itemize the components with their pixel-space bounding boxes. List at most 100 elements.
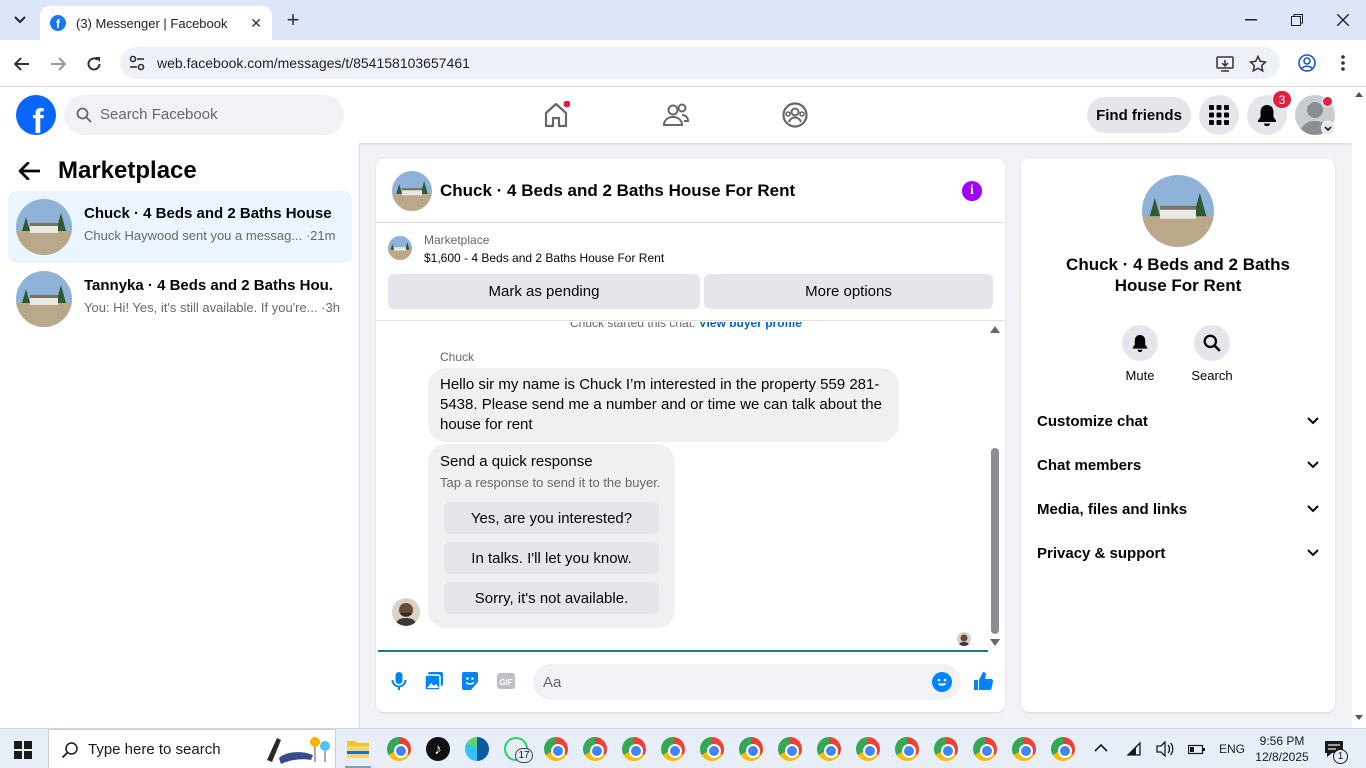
taskbar-search-box[interactable]: Type here to search	[48, 729, 336, 768]
sticker-icon[interactable]	[459, 670, 481, 692]
conversation-info-icon[interactable]: i	[962, 181, 982, 201]
chrome-profile-icon[interactable]	[856, 737, 880, 761]
close-tab-icon[interactable]: ✕	[250, 15, 262, 32]
chrome-profile-icon[interactable]	[544, 737, 568, 761]
conversation-item[interactable]: Chuck · 4 Beds and 2 Baths House ... Chu…	[8, 191, 352, 263]
back-arrow-icon[interactable]	[18, 162, 40, 180]
facebook-favicon-icon: f	[50, 15, 66, 31]
details-listing-name: Chuck · 4 Beds and 2 Baths House For Ren…	[1066, 255, 1290, 295]
show-hidden-icons-chevron-icon[interactable]	[1094, 743, 1108, 753]
taskbar-clock[interactable]: 9:56 PM 12/8/2025	[1252, 733, 1312, 765]
windows-start-icon[interactable]	[14, 741, 32, 759]
mark-as-pending-button[interactable]: Mark as pending	[388, 274, 700, 309]
chrome-profile-icon[interactable]	[661, 737, 685, 761]
clock-date: 12/8/2025	[1255, 750, 1309, 764]
sender-name: Chuck	[440, 350, 475, 364]
install-app-icon[interactable]	[1216, 55, 1234, 73]
search-icon	[76, 107, 92, 123]
section-media-files-links[interactable]: Media, files and links	[1037, 491, 1319, 527]
page-scrollbar[interactable]	[1352, 87, 1366, 728]
input-language[interactable]: ENG	[1219, 729, 1245, 768]
facebook-logo-icon[interactable]: f	[16, 95, 56, 135]
address-bar[interactable]: web.facebook.com/messages/t/854158103657…	[120, 47, 1280, 79]
profile-icon[interactable]	[1298, 54, 1316, 72]
chrome-profile-icon[interactable]	[778, 737, 802, 761]
chrome-profile-icon[interactable]	[817, 737, 841, 761]
site-settings-icon[interactable]	[128, 54, 146, 72]
file-explorer-icon[interactable]	[346, 738, 370, 760]
page-scroll-down-icon[interactable]	[1355, 715, 1363, 720]
quick-reply-button[interactable]: Sorry, it's not available.	[444, 582, 659, 614]
message-input[interactable]: Aa	[533, 664, 961, 700]
sender-avatar[interactable]	[392, 598, 420, 626]
chrome-profile-icon[interactable]	[622, 737, 646, 761]
conversation-details-panel: Chuck · 4 Beds and 2 Baths House For Ren…	[1021, 159, 1335, 712]
section-customize-chat[interactable]: Customize chat	[1037, 403, 1319, 439]
listing-large-thumbnail[interactable]	[1142, 175, 1214, 247]
restore-icon[interactable]	[1274, 0, 1320, 40]
new-tab-plus-icon[interactable]: +	[282, 7, 304, 32]
chrome-profile-icon[interactable]	[583, 737, 607, 761]
whatsapp-badge: 17	[515, 748, 533, 763]
chrome-profile-icon[interactable]	[934, 737, 958, 761]
forward-arrow-icon[interactable]	[46, 52, 70, 76]
tab-list-chevron-icon[interactable]	[8, 8, 32, 32]
facebook-top-nav: f Search Facebook Find friends 3	[0, 87, 1352, 143]
menu-grid-icon[interactable]	[1199, 95, 1239, 135]
minimize-icon[interactable]	[1228, 0, 1274, 40]
volume-icon[interactable]	[1156, 741, 1174, 757]
chrome-profile-icon[interactable]	[1012, 737, 1036, 761]
scroll-down-arrow-icon[interactable]	[990, 639, 1000, 646]
search-facebook-input[interactable]: Search Facebook	[64, 95, 344, 135]
marketplace-inbox-sidebar: Marketplace Chuck · 4 Beds and 2 Baths H…	[0, 143, 360, 728]
microphone-icon[interactable]	[388, 670, 410, 692]
mute-action[interactable]: Mute	[1110, 325, 1170, 383]
groups-icon[interactable]	[781, 101, 809, 129]
page-scroll-up-icon[interactable]	[1355, 92, 1363, 97]
chrome-profile-icon[interactable]	[1051, 737, 1075, 761]
friends-icon[interactable]	[662, 101, 690, 129]
browser-tab-messenger[interactable]: f (3) Messenger | Facebook ✕	[40, 6, 272, 40]
section-chat-members[interactable]: Chat members	[1037, 447, 1319, 483]
emoji-icon[interactable]	[932, 672, 952, 692]
chat-listing-thumbnail[interactable]	[392, 171, 432, 211]
chrome-profile-icon[interactable]	[739, 737, 763, 761]
thumbs-up-icon[interactable]	[972, 670, 994, 692]
chrome-profile-icon[interactable]	[895, 737, 919, 761]
search-action[interactable]: Search	[1182, 325, 1242, 383]
browser-menu-icon[interactable]	[1340, 54, 1346, 72]
section-privacy-support[interactable]: Privacy & support	[1037, 535, 1319, 571]
search-icon[interactable]	[1194, 325, 1230, 361]
view-buyer-profile-link[interactable]: View buyer profile	[699, 322, 802, 330]
listing-price-title[interactable]: $1,600 - 4 Beds and 2 Baths House For Re…	[424, 251, 664, 265]
listing-thumbnail	[16, 271, 72, 327]
network-icon[interactable]	[1126, 741, 1142, 757]
bell-icon[interactable]	[1122, 325, 1158, 361]
scrollbar-thumb[interactable]	[991, 448, 999, 634]
close-window-icon[interactable]	[1320, 0, 1366, 40]
chrome-profile-icon[interactable]	[700, 737, 724, 761]
attach-photo-icon[interactable]	[423, 670, 445, 692]
listing-small-thumbnail[interactable]	[388, 236, 412, 260]
conversation-item[interactable]: Tannyka · 4 Beds and 2 Baths Hou... You:…	[8, 263, 352, 335]
account-chevron-down-icon[interactable]	[1321, 121, 1335, 135]
gif-icon[interactable]: GIF	[495, 670, 517, 692]
message-scrollbar[interactable]	[989, 322, 1001, 650]
chrome-profile-icon[interactable]	[973, 737, 997, 761]
edge-icon[interactable]	[465, 737, 489, 761]
battery-icon[interactable]	[1188, 743, 1206, 755]
back-arrow-icon[interactable]	[10, 52, 34, 76]
tiktok-icon[interactable]: ♪	[426, 737, 450, 761]
bookmark-star-icon[interactable]	[1249, 55, 1267, 73]
reload-icon[interactable]	[82, 52, 106, 76]
quick-reply-button[interactable]: In talks. I'll let you know.	[444, 542, 659, 574]
quick-reply-button[interactable]: Yes, are you interested?	[444, 502, 659, 534]
chat-title[interactable]: Chuck · 4 Beds and 2 Baths House For Ren…	[440, 181, 795, 201]
scroll-up-arrow-icon[interactable]	[990, 326, 1000, 333]
clock-time: 9:56 PM	[1259, 734, 1305, 748]
browser-tab-bar: f (3) Messenger | Facebook ✕ +	[0, 0, 1366, 40]
more-options-button[interactable]: More options	[704, 274, 993, 309]
chrome-profile-icon[interactable]	[387, 737, 411, 761]
find-friends-button[interactable]: Find friends	[1087, 97, 1191, 133]
home-icon[interactable]	[542, 101, 570, 129]
